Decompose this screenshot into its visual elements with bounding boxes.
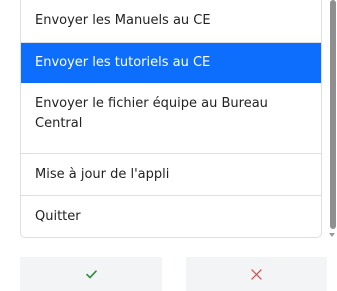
- check-icon: [85, 269, 97, 279]
- list-item-send-team-file[interactable]: Envoyer le fichier équipe au Bureau Cent…: [21, 83, 321, 154]
- scrollbar-thumb[interactable]: [330, 0, 336, 229]
- list-item-send-tutorials[interactable]: Envoyer les tutoriels au CE: [21, 43, 321, 83]
- scroll-down-arrow-icon[interactable]: [329, 233, 335, 237]
- list-item-label: Mise à jour de l'appli: [35, 166, 170, 182]
- close-icon: [251, 268, 262, 280]
- list-item-send-manuals[interactable]: Envoyer les Manuels au CE: [21, 0, 321, 43]
- list-item-quit[interactable]: Quitter: [21, 196, 321, 237]
- list-item-label: Quitter: [35, 209, 81, 224]
- list-item-app-update[interactable]: Mise à jour de l'appli: [21, 154, 321, 196]
- list-item-label: Envoyer les Manuels au CE: [35, 13, 211, 28]
- cancel-button[interactable]: [186, 257, 327, 291]
- list-item-label: Envoyer le fichier équipe au Bureau Cent…: [35, 96, 268, 131]
- dialog: Envoyer les Manuels au CE Envoyer les tu…: [0, 0, 337, 291]
- action-list: Envoyer les Manuels au CE Envoyer les tu…: [20, 0, 322, 238]
- list-item-label: Envoyer les tutoriels au CE: [35, 54, 211, 70]
- confirm-button[interactable]: [20, 257, 162, 291]
